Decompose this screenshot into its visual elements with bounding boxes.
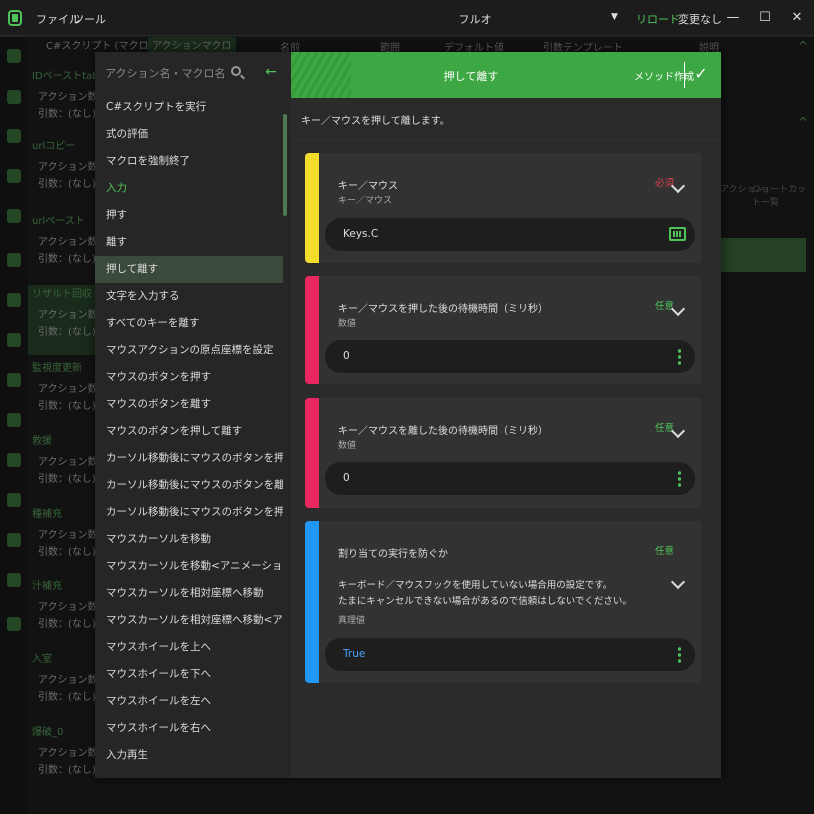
param-name: キー／マウス <box>338 181 398 192</box>
action-picker-dialog: ← C#スクリプトを実行式の評価マクロを強制終了入力押す離す押して離す文字を入力… <box>95 52 721 778</box>
param-type: 数値 <box>338 319 357 329</box>
action-list-item[interactable]: マウスホイールを左へ <box>95 688 283 715</box>
param-accent <box>305 398 319 508</box>
param-note: キーボード／マウスフックを使用していない場合用の設定です。 <box>338 580 613 591</box>
param-value-field[interactable]: True <box>325 638 695 671</box>
param-type: キー／マウス <box>338 196 393 206</box>
dialog-header: 押して離す メソッド作成 ✓ <box>291 52 721 98</box>
optional-badge: 任意 <box>655 546 675 557</box>
action-list-item[interactable]: マウスカーソルを移動 <box>95 526 283 553</box>
status-label: 変更なし <box>678 13 722 26</box>
maximize-button[interactable]: ☐ <box>756 9 774 27</box>
action-list-item[interactable]: マウスカーソルを相対座標へ移動<アニメーション> <box>95 607 283 634</box>
action-list-item[interactable]: 文字を入力する <box>95 283 283 310</box>
action-list-item[interactable]: カーソル移動後にマウスのボタンを離す <box>95 472 283 499</box>
divider <box>684 62 685 88</box>
title-bar: ファイル ツール フルオ ▼ リロード 変更なし — ☐ ✕ <box>0 0 814 36</box>
param-note: たまにキャンセルできない場合があるので信頼はしないでください。 <box>338 596 632 607</box>
param-type: 数値 <box>338 441 357 451</box>
param-accent <box>305 153 319 263</box>
page-title: 押して離す <box>443 70 499 83</box>
scrollbar[interactable] <box>283 114 287 216</box>
action-list-panel: ← C#スクリプトを実行式の評価マクロを強制終了入力押す離す押して離す文字を入力… <box>95 52 291 778</box>
action-category: 入力 <box>106 182 127 194</box>
action-list-item[interactable]: 押して離す <box>95 256 283 283</box>
action-list-item[interactable]: マウスアクションの原点座標を設定 <box>95 337 283 364</box>
param-value-field[interactable]: 0 <box>325 340 695 373</box>
close-button[interactable]: ✕ <box>788 9 806 27</box>
search-input[interactable] <box>105 62 250 84</box>
app-window: ファイル ツール フルオ ▼ リロード 変更なし — ☐ ✕ C#スクリプト (… <box>0 0 814 814</box>
action-list: C#スクリプトを実行 式の評価 マクロを強制終了入力押す 離す 押して離す 文字を入力する… <box>95 94 283 769</box>
action-list-item[interactable]: マウスのボタンを押して離す <box>95 418 283 445</box>
more-vertical-icon[interactable] <box>678 646 681 663</box>
search-icon[interactable] <box>231 66 241 76</box>
keyboard-icon[interactable] <box>669 227 686 241</box>
action-list-item[interactable]: マウスホイールを下へ <box>95 661 283 688</box>
minimize-button[interactable]: — <box>724 9 742 27</box>
param-value-field[interactable]: 0 <box>325 462 695 495</box>
create-method-button[interactable]: メソッド作成 <box>634 68 694 83</box>
param-type: 真理値 <box>338 616 366 626</box>
check-icon[interactable]: ✓ <box>691 61 711 87</box>
param-card: キー／マウスを離した後の待機時間（ミリ秒） 数値 任意 0 <box>305 398 702 508</box>
arrow-left-icon[interactable]: ← <box>261 62 281 82</box>
action-list-item[interactable]: 式の評価 <box>95 121 283 148</box>
action-list-item[interactable]: マウスホイールを右へ <box>95 715 283 742</box>
action-list-item[interactable]: マウスのボタンを押す <box>95 364 283 391</box>
action-list-item[interactable]: カーソル移動後にマウスのボタンを押して離す <box>95 499 283 526</box>
param-value: True <box>343 648 366 660</box>
action-list-item[interactable]: マウスのボタンを離す <box>95 391 283 418</box>
action-list-item[interactable]: カーソル移動後にマウスのボタンを押す <box>95 445 283 472</box>
action-list-item[interactable]: 押す <box>95 202 283 229</box>
param-card: キー／マウスを押した後の待機時間（ミリ秒） 数値 任意 0 <box>305 276 702 384</box>
action-list-item[interactable]: 入力再生 <box>95 742 283 769</box>
param-card: 割り当ての実行を防ぐか 任意 キーボード／マウスフックを使用していない場合用の設… <box>305 521 702 683</box>
chevron-down-icon[interactable]: ▼ <box>611 12 618 22</box>
more-vertical-icon[interactable] <box>678 348 681 365</box>
more-vertical-icon[interactable] <box>678 470 681 487</box>
action-list-item[interactable]: すべてのキーを離す <box>95 310 283 337</box>
action-list-item[interactable]: C#スクリプトを実行 <box>95 94 283 121</box>
action-list-item[interactable]: マクロを強制終了 <box>95 148 283 175</box>
param-card: キー／マウス キー／マウス 必須 Keys.C <box>305 153 702 263</box>
action-list-item[interactable]: マウスカーソルを移動<アニメーション> <box>95 553 283 580</box>
param-value-field[interactable]: Keys.C <box>325 218 695 251</box>
action-list-item[interactable]: マウスカーソルを相対座標へ移動 <box>95 580 283 607</box>
param-accent <box>305 276 319 384</box>
chevron-down-icon[interactable] <box>670 574 686 590</box>
param-value: 0 <box>343 350 350 362</box>
param-name: キー／マウスを離した後の待機時間（ミリ秒） <box>338 426 548 437</box>
action-list-item[interactable]: マウスホイールを上へ <box>95 634 283 661</box>
param-value: 0 <box>343 472 350 484</box>
param-name: 割り当ての実行を防ぐか <box>338 549 448 560</box>
param-value: Keys.C <box>343 228 379 240</box>
header-decoration <box>291 52 351 98</box>
param-name: キー／マウスを押した後の待機時間（ミリ秒） <box>338 304 548 315</box>
reload-button[interactable]: リロード <box>636 11 680 27</box>
action-list-item[interactable]: 離す <box>95 229 283 256</box>
action-description: キー／マウスを押して離します。 <box>301 116 450 127</box>
description-bar: キー／マウスを押して離します。 <box>291 98 721 140</box>
param-accent <box>305 521 319 683</box>
